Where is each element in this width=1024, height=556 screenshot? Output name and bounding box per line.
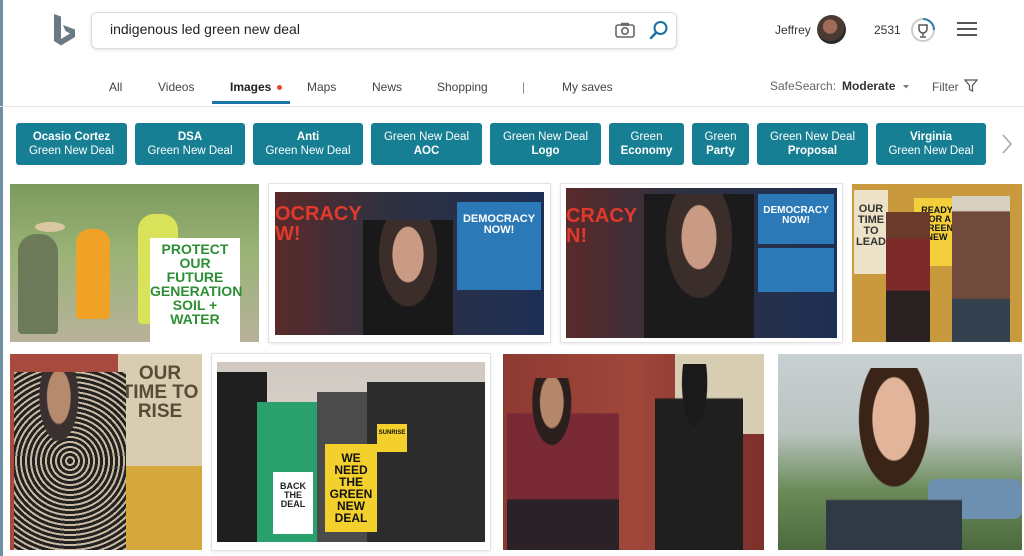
bing-logo[interactable] bbox=[50, 12, 80, 48]
image-result[interactable]: CRACY N! DEMOCRACY NOW! bbox=[561, 184, 842, 342]
window-edge bbox=[0, 0, 3, 556]
banner-text: OUR TIME TO RISE bbox=[118, 354, 202, 474]
chip-line-1: Green New Deal bbox=[502, 131, 588, 143]
banner-text: OUR TIME TO LEAD bbox=[854, 190, 888, 274]
chip-line-2: Party bbox=[706, 145, 735, 157]
filter-label: Filter bbox=[932, 80, 959, 94]
chip-line-1: DSA bbox=[177, 131, 203, 143]
tab-images[interactable]: Images bbox=[230, 80, 283, 94]
header-divider bbox=[0, 106, 1024, 107]
chip-line-2: Logo bbox=[531, 145, 560, 157]
dn-logo-text: CRACY N! bbox=[566, 205, 637, 247]
chip-line-1: Green bbox=[704, 131, 737, 143]
image-result[interactable]: OUR TIME TO RISE bbox=[10, 354, 202, 550]
related-chip[interactable]: Green New Deal Logo bbox=[490, 123, 601, 165]
tab-videos[interactable]: Videos bbox=[158, 80, 194, 94]
chip-line-1: Anti bbox=[296, 131, 320, 143]
safesearch-value[interactable]: Moderate bbox=[842, 79, 895, 93]
related-chip[interactable]: Anti Green New Deal bbox=[253, 123, 363, 165]
image-result[interactable] bbox=[503, 354, 764, 550]
green-new-deal-sign: WE NEED THE GREEN NEW DEAL bbox=[325, 444, 377, 532]
tab-shopping[interactable]: Shopping bbox=[437, 80, 488, 94]
dn-screen-text: DEMOCRACY NOW! bbox=[457, 202, 541, 254]
menu-icon[interactable] bbox=[957, 22, 977, 40]
tab-images-label: Images bbox=[230, 80, 272, 94]
tab-news[interactable]: News bbox=[372, 80, 402, 94]
search-input[interactable]: indigenous led green new deal bbox=[110, 21, 300, 37]
camera-icon[interactable] bbox=[615, 22, 635, 38]
nav-separator: | bbox=[522, 80, 526, 94]
related-chip[interactable]: Green New Deal Proposal bbox=[757, 123, 868, 165]
chip-line-2: Green New Deal bbox=[265, 145, 351, 157]
avatar[interactable] bbox=[817, 15, 846, 44]
chip-line-2: Green New Deal bbox=[28, 145, 114, 157]
chip-line-1: Green New Deal bbox=[769, 131, 855, 143]
related-chip[interactable]: Green New Deal AOC bbox=[371, 123, 482, 165]
related-chip[interactable]: Green Party bbox=[692, 123, 749, 165]
chip-line-1: Green New Deal bbox=[383, 131, 469, 143]
image-result[interactable]: BACK THE DEAL WE NEED THE GREEN NEW DEAL… bbox=[212, 354, 490, 550]
related-chip[interactable]: DSA Green New Deal bbox=[135, 123, 245, 165]
sunrise-sign: SUNRISE bbox=[377, 424, 407, 452]
chip-line-1: Green bbox=[630, 131, 663, 143]
active-tab-underline bbox=[212, 101, 290, 104]
chip-line-1: Ocasio Cortez bbox=[32, 131, 111, 143]
chip-line-2: Economy bbox=[620, 145, 673, 157]
dn-logo-text: OCRACY W! bbox=[275, 203, 362, 245]
image-result[interactable]: OUR TIME TO LEAD READY FOR A GREEN NEW bbox=[852, 184, 1022, 342]
safesearch-label: SafeSearch: bbox=[770, 79, 837, 93]
tab-all[interactable]: All bbox=[109, 80, 122, 94]
caret-down-icon bbox=[902, 85, 909, 89]
related-chip[interactable]: Ocasio Cortez Green New Deal bbox=[16, 123, 127, 165]
chip-line-1: Virginia bbox=[910, 131, 952, 143]
protest-sign-text: PROTECT OUR FUTURE GENERATION SOIL + WAT… bbox=[150, 238, 242, 342]
chip-line-2: Green New Deal bbox=[888, 145, 974, 157]
back-the-deal-sign: BACK THE DEAL bbox=[273, 472, 313, 534]
chevron-right-icon[interactable] bbox=[1000, 133, 1014, 155]
tab-maps[interactable]: Maps bbox=[307, 80, 336, 94]
chip-line-2: Proposal bbox=[787, 145, 838, 157]
safesearch-control[interactable]: SafeSearch: Moderate bbox=[770, 79, 910, 93]
funnel-icon bbox=[963, 79, 979, 92]
filter-button[interactable]: Filter bbox=[932, 79, 979, 94]
rewards-trophy-icon[interactable] bbox=[909, 16, 937, 44]
reward-points[interactable]: 2531 bbox=[874, 23, 901, 37]
image-result[interactable]: PROTECT OUR FUTURE GENERATION SOIL + WAT… bbox=[10, 184, 259, 342]
search-icon[interactable] bbox=[648, 19, 670, 41]
tab-my-saves[interactable]: My saves bbox=[562, 80, 613, 94]
search-box[interactable]: indigenous led green new deal bbox=[91, 12, 677, 49]
image-result[interactable] bbox=[778, 354, 1022, 550]
related-chip[interactable]: Green Economy bbox=[609, 123, 684, 165]
dn-screen-text: DEMOCRACY NOW! bbox=[758, 194, 834, 244]
user-name[interactable]: Jeffrey bbox=[775, 23, 811, 37]
chip-line-2: AOC bbox=[413, 145, 440, 157]
image-result[interactable]: OCRACY W! DEMOCRACY NOW! bbox=[269, 184, 550, 342]
chip-line-2: Green New Deal bbox=[147, 145, 233, 157]
related-chip[interactable]: Virginia Green New Deal bbox=[876, 123, 986, 165]
notification-dot bbox=[277, 85, 283, 91]
